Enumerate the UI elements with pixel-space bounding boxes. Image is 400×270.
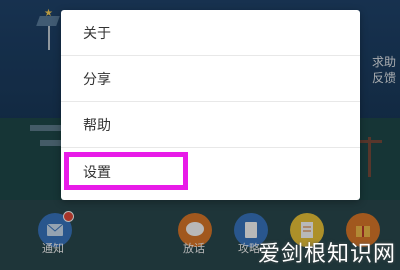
menu-item-label: 关于: [83, 26, 111, 42]
watermark: 爱剑根知识网: [257, 242, 396, 267]
menu-item-label: 帮助: [83, 118, 111, 134]
menu-item-label: 分享: [83, 72, 111, 88]
settings-highlight-box: [64, 152, 188, 190]
menu-item-share[interactable]: 分享: [61, 56, 360, 102]
menu-item-about[interactable]: 关于: [61, 10, 360, 56]
menu-item-help[interactable]: 帮助: [61, 102, 360, 148]
